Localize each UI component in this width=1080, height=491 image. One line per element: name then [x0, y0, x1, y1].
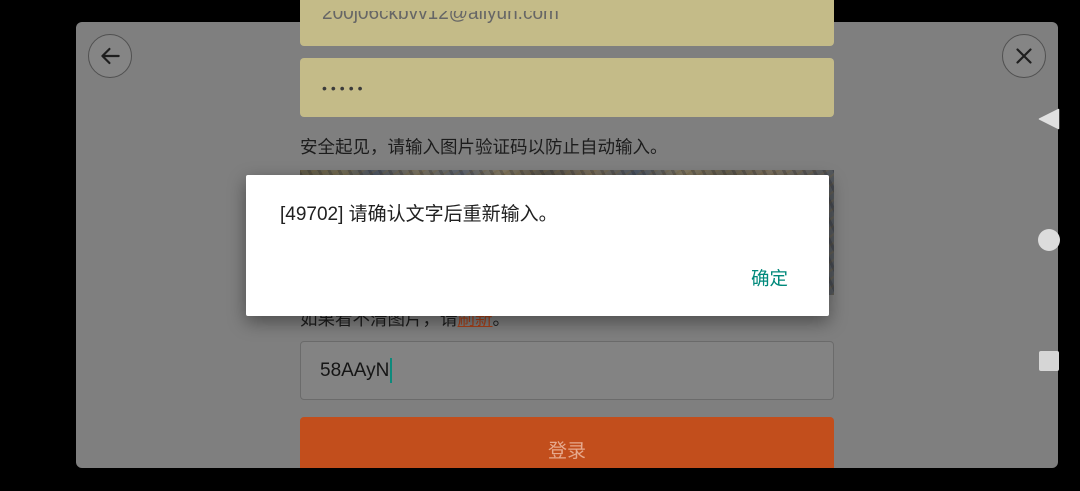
close-icon	[1016, 48, 1032, 64]
captcha-input[interactable]: 58AAyN	[300, 341, 834, 400]
arrow-left-icon	[101, 47, 120, 65]
email-value: 200j06ckbvv12@aliyun.com	[322, 3, 559, 24]
login-button-label: 登录	[547, 441, 586, 462]
text-cursor	[390, 358, 393, 383]
circle-home-icon[interactable]	[1038, 229, 1060, 251]
dialog-message: [49702] 请确认文字后重新输入。	[280, 204, 558, 225]
password-field[interactable]: •••••	[300, 58, 834, 117]
triangle-back-icon[interactable]	[1038, 108, 1060, 130]
captcha-instruction: 安全起见，请输入图片验证码以防止自动输入。	[300, 137, 668, 157]
confirm-button[interactable]: 确定	[743, 265, 796, 293]
captcha-input-value: 58AAyN	[320, 359, 390, 381]
back-button[interactable]	[88, 34, 132, 78]
email-field[interactable]: 200j06ckbvv12@aliyun.com	[300, 0, 834, 46]
square-recents-icon[interactable]	[1039, 351, 1059, 371]
error-dialog: [49702] 请确认文字后重新输入。 确定	[246, 175, 829, 316]
login-button[interactable]: 登录	[300, 417, 834, 468]
password-value: •••••	[322, 79, 367, 96]
close-button[interactable]	[1002, 34, 1046, 78]
